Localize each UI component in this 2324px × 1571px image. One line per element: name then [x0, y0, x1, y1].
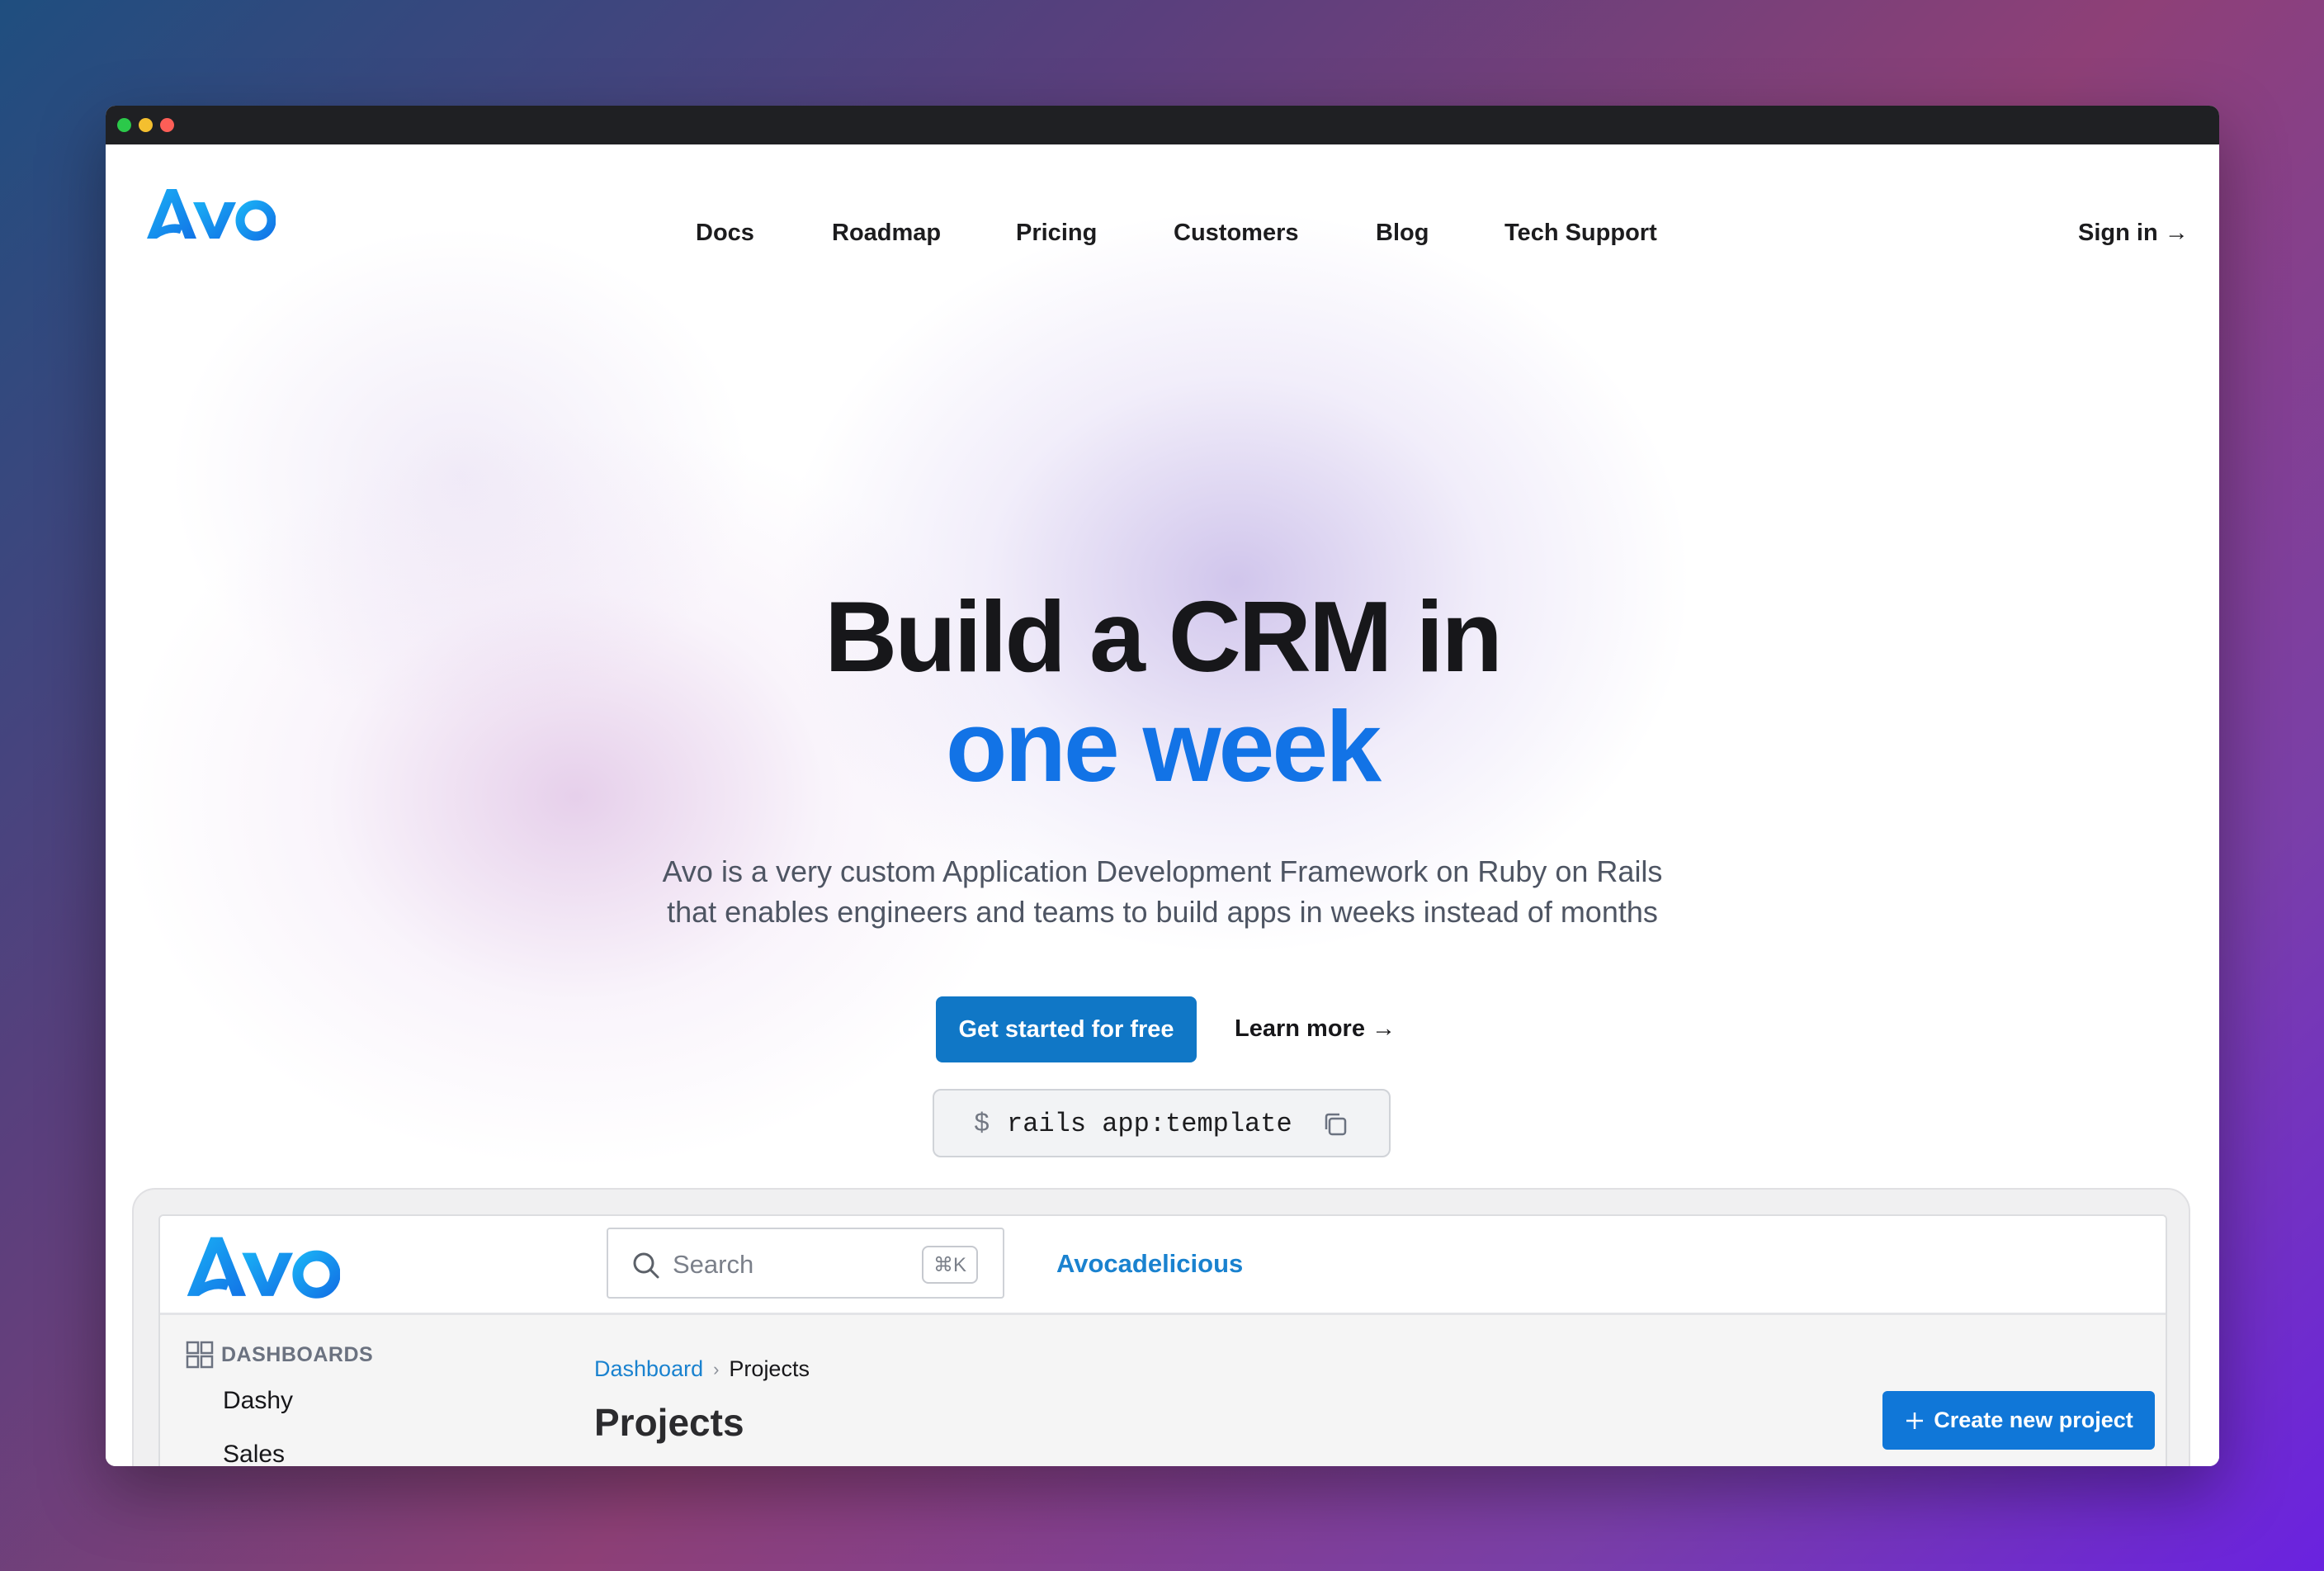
close-button[interactable] [160, 118, 174, 132]
plus-icon [1906, 1412, 1924, 1429]
create-project-label: Create new project [1934, 1408, 2133, 1432]
avo-logo[interactable] [183, 1231, 340, 1300]
breadcrumb: Dashboard › Projects [594, 1356, 810, 1382]
hero-title: Build a CRM in [824, 580, 1503, 693]
learn-more-link[interactable]: Learn more → [1235, 1015, 1396, 1043]
command-prompt: $ [974, 1109, 990, 1139]
app-preview-frame: Search ⌘K Avocadelicious DASHBOARDS Dash… [132, 1188, 2190, 1466]
minimize-button[interactable] [139, 118, 153, 132]
hero-title-highlight: one week [945, 690, 1382, 802]
sidebar-section-dashboards: DASHBOARDS [185, 1340, 373, 1370]
maximize-button[interactable] [117, 118, 131, 132]
browser-window: Docs Roadmap Pricing Customers Blog Tech… [106, 106, 2219, 1466]
nav-pricing[interactable]: Pricing [1016, 220, 1097, 247]
nav-blog[interactable]: Blog [1376, 220, 1429, 247]
breadcrumb-projects: Projects [729, 1356, 810, 1381]
nav-docs[interactable]: Docs [696, 220, 754, 247]
avo-logo[interactable] [144, 184, 276, 242]
window-titlebar [106, 106, 2219, 144]
grid-icon [186, 1341, 214, 1369]
create-project-button[interactable]: Create new project [1882, 1391, 2155, 1450]
nav-tech-support[interactable]: Tech Support [1504, 220, 1657, 247]
page-title: Projects [594, 1401, 744, 1444]
chevron-right-icon: › [713, 1358, 720, 1379]
breadcrumb-dashboard[interactable]: Dashboard [594, 1356, 703, 1382]
tenant-link[interactable]: Avocadelicious [1056, 1249, 1243, 1279]
landing-page: Docs Roadmap Pricing Customers Blog Tech… [106, 144, 2219, 1466]
sidebar-item-sales[interactable]: Sales [223, 1441, 285, 1466]
app-header: Search ⌘K Avocadelicious [160, 1216, 2166, 1315]
search-shortcut: ⌘K [922, 1246, 978, 1284]
app-preview: Search ⌘K Avocadelicious DASHBOARDS Dash… [158, 1214, 2167, 1466]
nav-roadmap[interactable]: Roadmap [832, 220, 941, 247]
hero-subtitle: Avo is a very custom Application Develop… [662, 854, 1663, 888]
sidebar-item-dashy[interactable]: Dashy [223, 1387, 293, 1415]
search-placeholder: Search [673, 1250, 754, 1279]
search-input[interactable]: Search ⌘K [607, 1228, 1004, 1299]
search-icon [631, 1251, 661, 1285]
command-snippet: $ rails app:template [933, 1089, 1391, 1157]
copy-icon[interactable] [1321, 1110, 1349, 1147]
nav-customers[interactable]: Customers [1174, 220, 1299, 247]
hero-subtitle: that enables engineers and teams to buil… [667, 895, 1658, 929]
get-started-button[interactable]: Get started for free [936, 996, 1197, 1062]
command-text: rails app:template [1007, 1109, 1292, 1139]
sidebar-section-label: DASHBOARDS [221, 1342, 374, 1366]
sign-in-link[interactable]: Sign in → [2078, 220, 2189, 247]
